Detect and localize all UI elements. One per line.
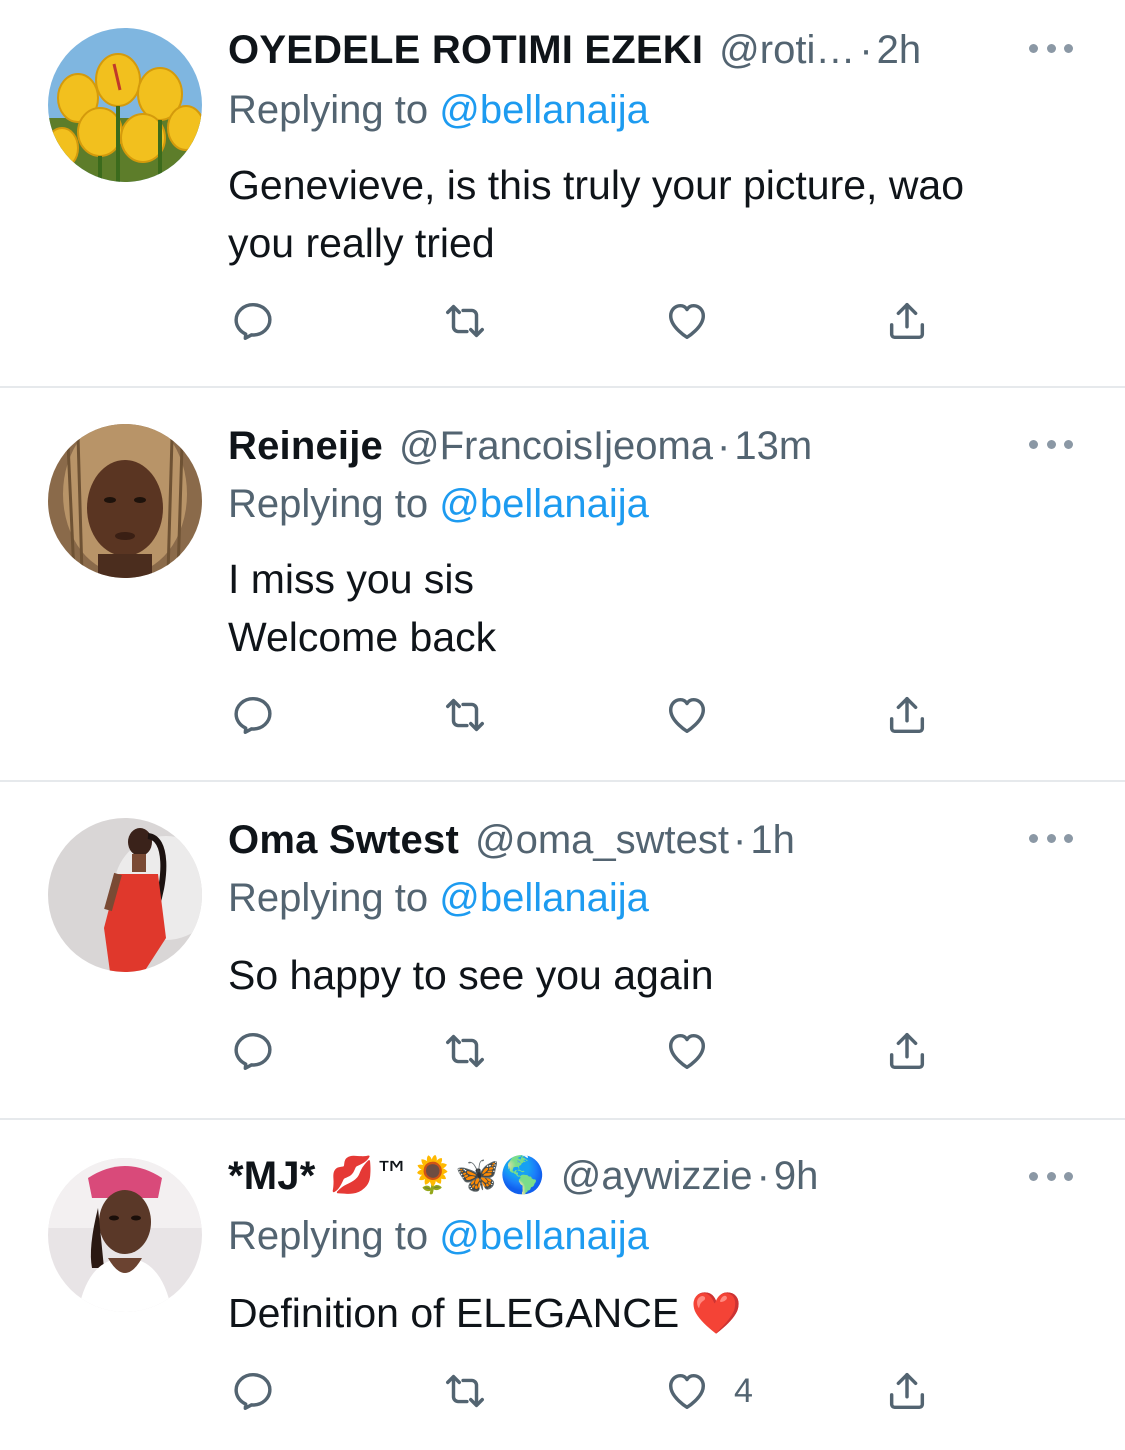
share-button[interactable] <box>884 296 930 346</box>
timestamp[interactable]: 13m <box>734 418 812 474</box>
avatar[interactable] <box>48 424 202 578</box>
share-icon <box>889 1372 925 1410</box>
display-name[interactable]: OYEDELE ROTIMI EZEKI <box>228 22 703 78</box>
tweet-text-line: So happy to see you again <box>228 952 714 998</box>
user-handle[interactable]: @roti… <box>719 22 855 78</box>
replying-to: Replying to @bellanaija <box>228 82 649 138</box>
avatar[interactable] <box>48 818 202 972</box>
tweet-header: Oma Swtest @oma_swtest · 1h <box>228 812 1065 868</box>
like-count: 4 <box>734 1371 753 1410</box>
replying-to: Replying to @bellanaija <box>228 870 649 926</box>
tweet-text-line: Definition of ELEGANCE ❤️ <box>228 1290 742 1336</box>
mention-link[interactable]: @bellanaija <box>439 482 649 526</box>
timestamp[interactable]: 1h <box>750 812 795 868</box>
action-bar <box>228 1026 948 1076</box>
display-name[interactable]: Oma Swtest <box>228 812 459 868</box>
tweet[interactable]: Oma Swtest @oma_swtest · 1h Replying to … <box>0 782 1125 1120</box>
separator-dot: · <box>717 424 731 468</box>
action-bar <box>228 296 948 346</box>
reply-button[interactable] <box>230 1026 276 1076</box>
replying-to: Replying to @bellanaija <box>228 1208 649 1264</box>
tweet-header: OYEDELE ROTIMI EZEKI @roti… · 2h <box>228 22 1065 78</box>
like-button[interactable] <box>664 296 734 346</box>
tweet-text-line: I miss you sis <box>228 556 475 602</box>
share-icon <box>889 696 925 734</box>
separator-dot: · <box>733 818 747 862</box>
replying-label: Replying to <box>228 88 440 132</box>
retweet-button[interactable] <box>442 1366 488 1416</box>
retweet-button[interactable] <box>442 690 488 740</box>
retweet-icon <box>446 1034 484 1068</box>
avatar[interactable] <box>48 1158 202 1312</box>
mention-link[interactable]: @bellanaija <box>439 88 649 132</box>
replying-label: Replying to <box>228 482 440 526</box>
mention-link[interactable]: @bellanaija <box>439 876 649 920</box>
tweet-text-line: you really tried <box>228 220 495 266</box>
more-icon[interactable] <box>1029 1164 1073 1188</box>
user-handle[interactable]: @aywizzie <box>561 1148 753 1204</box>
separator-dot: · <box>756 1154 770 1198</box>
reply-icon <box>234 1372 272 1410</box>
heart-icon <box>668 1033 706 1070</box>
user-handle[interactable]: @FrancoisIjeoma <box>399 418 713 474</box>
share-button[interactable] <box>884 690 930 740</box>
retweet-icon <box>446 1374 484 1408</box>
reply-icon <box>234 1032 272 1070</box>
action-bar: 4 <box>228 1366 948 1416</box>
user-handle[interactable]: @oma_swtest <box>475 812 729 868</box>
share-button[interactable] <box>884 1366 930 1416</box>
reply-icon <box>234 696 272 734</box>
retweet-icon <box>446 304 484 338</box>
avatar[interactable] <box>48 28 202 182</box>
like-button[interactable]: 4 <box>664 1366 753 1416</box>
replying-to: Replying to @bellanaija <box>228 476 649 532</box>
like-button[interactable] <box>664 1026 734 1076</box>
tweet-text: Definition of ELEGANCE ❤️ <box>228 1284 1088 1342</box>
tweet[interactable]: *MJ* 💋™🌻🦋🌎 @aywizzie · 9h Replying to @b… <box>0 1120 1125 1450</box>
avatar-image <box>48 818 202 972</box>
replying-label: Replying to <box>228 1214 440 1258</box>
more-icon[interactable] <box>1029 826 1073 850</box>
retweet-icon <box>446 698 484 732</box>
reply-icon <box>234 302 272 340</box>
more-icon[interactable] <box>1029 36 1073 60</box>
retweet-button[interactable] <box>442 1026 488 1076</box>
share-button[interactable] <box>884 1026 930 1076</box>
replying-label: Replying to <box>228 876 440 920</box>
retweet-button[interactable] <box>442 296 488 346</box>
separator-dot: · <box>859 28 873 72</box>
avatar-image <box>48 1158 202 1312</box>
mention-link[interactable]: @bellanaija <box>439 1214 649 1258</box>
tweet-text: Genevieve, is this truly your picture, w… <box>228 156 1088 272</box>
like-button[interactable] <box>664 690 734 740</box>
name-emoji: 💋™🌻🦋🌎 <box>329 1155 545 1196</box>
heart-icon <box>668 303 706 340</box>
timestamp[interactable]: 9h <box>774 1148 819 1204</box>
reply-button[interactable] <box>230 1366 276 1416</box>
share-icon <box>889 1032 925 1070</box>
reply-button[interactable] <box>230 296 276 346</box>
more-icon[interactable] <box>1029 432 1073 456</box>
tweet[interactable]: Reineije @FrancoisIjeoma · 13m Replying … <box>0 388 1125 782</box>
display-name[interactable]: Reineije <box>228 418 383 474</box>
tweet[interactable]: OYEDELE ROTIMI EZEKI @roti… · 2h Replyin… <box>0 0 1125 388</box>
heart-icon <box>668 1373 706 1410</box>
heart-icon <box>668 697 706 734</box>
timestamp[interactable]: 2h <box>877 22 922 78</box>
avatar-image <box>48 28 202 182</box>
display-name[interactable]: *MJ* <box>228 1148 316 1204</box>
tweet-text-line: Welcome back <box>228 614 497 660</box>
tweet-text: So happy to see you again <box>228 946 1088 1004</box>
tweet-header: Reineije @FrancoisIjeoma · 13m <box>228 418 1065 474</box>
avatar-image <box>48 424 202 578</box>
tweet-header: *MJ* 💋™🌻🦋🌎 @aywizzie · 9h <box>228 1148 1065 1204</box>
tweet-text-line: Genevieve, is this truly your picture, w… <box>228 162 965 208</box>
reply-button[interactable] <box>230 690 276 740</box>
tweet-text: I miss you sis Welcome back <box>228 550 1088 666</box>
action-bar <box>228 690 948 740</box>
share-icon <box>889 302 925 340</box>
